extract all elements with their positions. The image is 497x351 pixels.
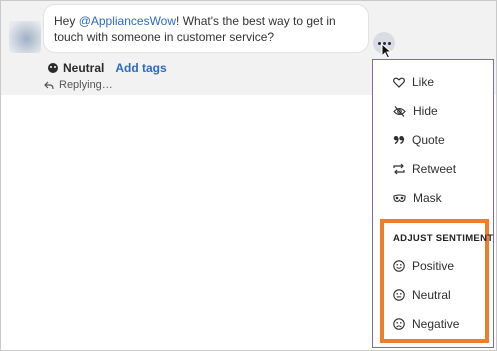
mention-link[interactable]: @AppliancesWow bbox=[79, 14, 176, 28]
message-meta: Neutral Add tags bbox=[48, 60, 167, 76]
quote-icon bbox=[393, 136, 405, 145]
heart-icon bbox=[393, 77, 405, 88]
message-text-before: Hey bbox=[54, 14, 79, 28]
retweet-icon bbox=[393, 163, 405, 175]
menu-item-mask[interactable]: Mask bbox=[393, 189, 442, 207]
menu-item-retweet[interactable]: Retweet bbox=[393, 160, 456, 178]
add-tags-link[interactable]: Add tags bbox=[115, 61, 166, 75]
eye-slash-icon bbox=[393, 105, 406, 117]
menu-item-negative[interactable]: Negative bbox=[393, 315, 459, 333]
menu-item-label: Negative bbox=[412, 317, 460, 331]
message-bubble: Hey @AppliancesWow! What's the best way … bbox=[43, 4, 369, 53]
neutral-sentiment-icon bbox=[48, 63, 58, 73]
replying-text: Replying… bbox=[59, 79, 113, 91]
menu-item-label: Like bbox=[412, 75, 435, 89]
menu-item-hide[interactable]: Hide bbox=[393, 102, 438, 120]
replying-indicator: Replying… bbox=[44, 79, 113, 91]
menu-item-label: Hide bbox=[413, 104, 438, 118]
menu-item-like[interactable]: Like bbox=[393, 73, 434, 91]
avatar[interactable] bbox=[9, 21, 41, 53]
menu-item-label: Neutral bbox=[412, 288, 451, 302]
menu-item-label: Quote bbox=[412, 133, 445, 147]
menu-item-quote[interactable]: Quote bbox=[393, 131, 445, 149]
smile-icon bbox=[393, 260, 405, 272]
mask-icon bbox=[393, 193, 406, 202]
menu-item-positive[interactable]: Positive bbox=[393, 257, 454, 275]
menu-item-neutral[interactable]: Neutral bbox=[393, 286, 451, 304]
frown-icon bbox=[393, 318, 405, 330]
mouse-cursor-icon bbox=[381, 43, 393, 59]
sentiment-label[interactable]: Neutral bbox=[63, 61, 104, 75]
adjust-sentiment-title: ADJUST SENTIMENT bbox=[393, 233, 494, 244]
menu-item-label: Positive bbox=[412, 259, 455, 273]
menu-item-label: Mask bbox=[413, 191, 442, 205]
reply-arrow-icon bbox=[44, 81, 54, 89]
menu-item-label: Retweet bbox=[412, 162, 457, 176]
neutral-face-icon bbox=[393, 289, 405, 301]
